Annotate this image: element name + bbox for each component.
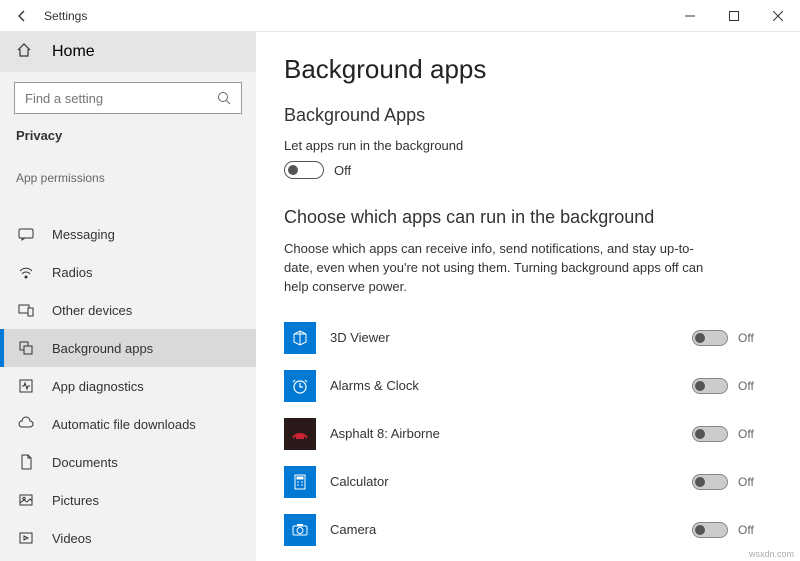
close-button[interactable] <box>756 0 800 32</box>
app-icon-camera <box>284 514 316 546</box>
sidebar-item-file-downloads[interactable]: Automatic file downloads <box>0 405 256 443</box>
app-row-asphalt: Asphalt 8: Airborne Off <box>284 411 772 457</box>
sidebar-item-label: Pictures <box>52 493 99 508</box>
minimize-icon <box>685 11 695 21</box>
app-icon-alarms <box>284 370 316 402</box>
sidebar-item-label: Other devices <box>52 303 132 318</box>
cloud-download-icon <box>16 416 36 432</box>
sidebar-item-label: Videos <box>52 531 92 546</box>
watermark: wsxdn.com <box>749 549 794 559</box>
sidebar-item-pictures[interactable]: Pictures <box>0 481 256 519</box>
maximize-icon <box>729 11 739 21</box>
sidebar-item-videos[interactable]: Videos <box>0 519 256 557</box>
sidebar-item-messaging[interactable]: Messaging <box>0 215 256 253</box>
search-icon <box>217 91 231 105</box>
sidebar-item-other-devices[interactable]: Other devices <box>0 291 256 329</box>
sidebar-item-label: App diagnostics <box>52 379 144 394</box>
app-name: Calculator <box>330 474 692 489</box>
search-input[interactable] <box>25 91 217 106</box>
background-apps-icon <box>16 340 36 356</box>
titlebar: Settings <box>0 0 800 32</box>
messaging-icon <box>16 226 36 242</box>
section-choose-apps-title: Choose which apps can run in the backgro… <box>284 207 772 228</box>
sidebar-item-label: Automatic file downloads <box>52 417 196 432</box>
app-toggle-state: Off <box>738 331 762 345</box>
sidebar-item-label: Radios <box>52 265 92 280</box>
app-row-3d-viewer: 3D Viewer Off <box>284 315 772 361</box>
app-toggle-3d-viewer[interactable] <box>692 330 728 346</box>
arrow-left-icon <box>15 9 29 23</box>
app-toggle-camera[interactable] <box>692 522 728 538</box>
sidebar-item-label: Background apps <box>52 341 153 356</box>
app-list: 3D Viewer Off Alarms & Clock Off <box>284 315 772 561</box>
window-title: Settings <box>44 9 87 23</box>
document-icon <box>16 454 36 470</box>
toggle-knob <box>288 165 298 175</box>
app-toggle-asphalt[interactable] <box>692 426 728 442</box>
sidebar-section-label: Privacy <box>0 128 256 143</box>
section-choose-apps-desc: Choose which apps can receive info, send… <box>284 240 714 297</box>
sidebar-item-documents[interactable]: Documents <box>0 443 256 481</box>
app-icon-3d-viewer <box>284 322 316 354</box>
app-toggle-alarms[interactable] <box>692 378 728 394</box>
sidebar-item-tasks[interactable]: Tasks <box>0 193 256 215</box>
master-toggle-label: Let apps run in the background <box>284 138 772 153</box>
close-icon <box>773 11 783 21</box>
devices-icon <box>16 302 36 318</box>
app-toggle-calculator[interactable] <box>692 474 728 490</box>
app-row-cortana: Cortana Off <box>284 555 772 561</box>
app-row-alarms: Alarms & Clock Off <box>284 363 772 409</box>
home-icon <box>16 42 36 63</box>
sidebar-item-label: Messaging <box>52 227 115 242</box>
app-toggle-state: Off <box>738 523 762 537</box>
sidebar: Home Privacy App permissions Tasks Messa… <box>0 32 256 561</box>
master-toggle[interactable] <box>284 161 324 179</box>
section-background-apps-title: Background Apps <box>284 105 772 126</box>
window-controls <box>668 0 800 32</box>
pictures-icon <box>16 492 36 508</box>
app-row-calculator: Calculator Off <box>284 459 772 505</box>
diagnostics-icon <box>16 378 36 394</box>
app-icon-asphalt <box>284 418 316 450</box>
sidebar-item-app-diagnostics[interactable]: App diagnostics <box>0 367 256 405</box>
app-row-camera: Camera Off <box>284 507 772 553</box>
maximize-button[interactable] <box>712 0 756 32</box>
sidebar-home-label: Home <box>52 43 95 61</box>
master-toggle-state: Off <box>334 163 351 178</box>
back-button[interactable] <box>0 0 44 32</box>
app-name: Alarms & Clock <box>330 378 692 393</box>
app-toggle-state: Off <box>738 475 762 489</box>
page-title: Background apps <box>284 54 772 85</box>
sidebar-home[interactable]: Home <box>0 32 256 72</box>
sidebar-item-background-apps[interactable]: Background apps <box>0 329 256 367</box>
videos-icon <box>16 530 36 546</box>
app-toggle-state: Off <box>738 427 762 441</box>
app-toggle-state: Off <box>738 379 762 393</box>
minimize-button[interactable] <box>668 0 712 32</box>
sidebar-item-radios[interactable]: Radios <box>0 253 256 291</box>
content-pane: Background apps Background Apps Let apps… <box>256 32 800 561</box>
sidebar-group-label: App permissions <box>0 171 256 185</box>
app-name: Asphalt 8: Airborne <box>330 426 692 441</box>
sidebar-item-label: Documents <box>52 455 118 470</box>
search-box[interactable] <box>14 82 242 114</box>
radios-icon <box>16 264 36 280</box>
app-icon-calculator <box>284 466 316 498</box>
app-name: 3D Viewer <box>330 330 692 345</box>
app-name: Camera <box>330 522 692 537</box>
